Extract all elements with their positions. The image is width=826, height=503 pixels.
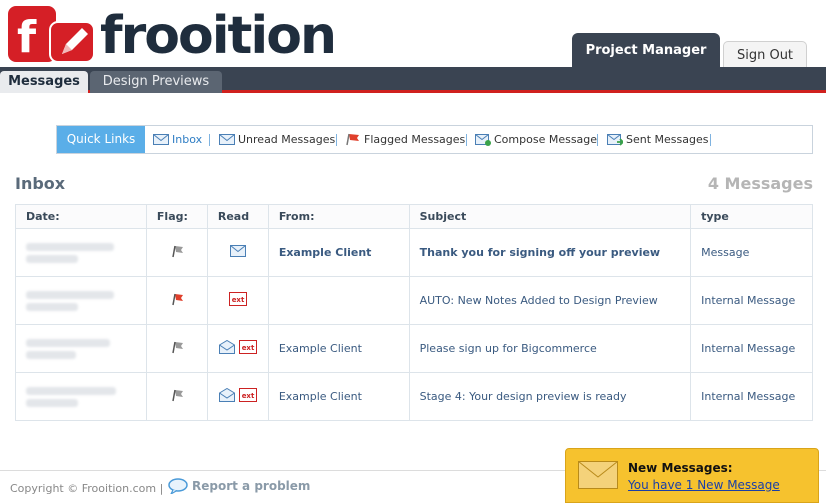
divider — [597, 134, 598, 146]
divider — [336, 134, 337, 146]
flag-cell[interactable] — [145, 372, 208, 421]
subject-cell[interactable]: Please sign up for Bigcommerce — [408, 324, 692, 373]
from-cell: Example Client — [267, 228, 410, 277]
flag-icon[interactable] — [170, 292, 184, 306]
frooition-logo-icon: f — [8, 6, 95, 63]
external-message-icon: ext — [238, 340, 257, 354]
report-problem-label: Report a problem — [192, 479, 311, 493]
from-cell: Example Client — [267, 324, 410, 373]
read-cell: ext — [206, 276, 269, 325]
redacted-date — [26, 242, 114, 251]
from-cell: Example Client — [267, 372, 410, 421]
open-envelope-icon — [219, 387, 236, 402]
envelope-icon — [153, 134, 169, 145]
table-header-row: Date: Flag: Read From: Subject type — [15, 204, 813, 229]
quick-link-flagged[interactable]: Flagged Messages — [345, 126, 465, 153]
redacted-time — [26, 350, 76, 359]
divider — [710, 134, 711, 146]
tab-messages[interactable]: Messages — [0, 71, 88, 93]
new-message-notification: New Messages: You have 1 New Message — [565, 448, 819, 503]
column-header-from[interactable]: From: — [267, 204, 410, 229]
header: f frooition Project Manager Sign Out — [0, 0, 826, 68]
quick-link-label: Unread Messages — [238, 133, 336, 146]
subject-cell[interactable]: Stage 4: Your design preview is ready — [408, 372, 692, 421]
external-message-icon: ext — [238, 388, 257, 402]
flag-cell[interactable] — [145, 276, 208, 325]
divider — [209, 134, 210, 146]
page-title: Inbox — [15, 174, 66, 193]
type-cell: Internal Message — [690, 372, 813, 421]
read-cell: ext — [206, 372, 269, 421]
quick-link-label: Inbox — [172, 133, 203, 146]
table-row[interactable]: ext Example Client Please sign up for Bi… — [15, 324, 813, 373]
date-cell — [15, 372, 147, 421]
flag-icon[interactable] — [170, 244, 184, 258]
redacted-date — [26, 290, 114, 299]
svg-text:ext: ext — [241, 344, 254, 352]
flag-icon — [346, 133, 359, 146]
quick-links-label: Quick Links — [57, 126, 145, 153]
tab-design-previews[interactable]: Design Previews — [90, 71, 222, 93]
flag-icon[interactable] — [170, 340, 184, 354]
subject-cell[interactable]: Thank you for signing off your preview — [408, 228, 692, 277]
date-cell — [15, 324, 147, 373]
type-cell: Internal Message — [690, 276, 813, 325]
subject-cell[interactable]: AUTO: New Notes Added to Design Preview — [408, 276, 692, 325]
new-message-link[interactable]: You have 1 New Message — [628, 478, 780, 492]
column-header-type[interactable]: type — [690, 204, 813, 229]
copyright: Copyright © Frooition.com | — [10, 482, 164, 495]
divider — [466, 134, 467, 146]
quick-link-compose[interactable]: Compose Message — [475, 126, 597, 153]
column-header-date[interactable]: Date: — [15, 204, 147, 229]
redacted-date — [26, 338, 110, 347]
redacted-time — [26, 398, 78, 407]
svg-text:f: f — [17, 12, 37, 63]
quick-link-sent[interactable]: Sent Messages — [607, 126, 708, 153]
svg-text:ext: ext — [232, 296, 245, 304]
quick-links-bar: Quick Links Inbox Unread Messages Flagge… — [56, 125, 813, 154]
read-cell — [206, 228, 269, 277]
date-cell — [15, 276, 147, 325]
flag-icon[interactable] — [170, 388, 184, 402]
sent-icon — [607, 134, 623, 146]
quick-link-inbox[interactable]: Inbox — [153, 126, 202, 153]
redacted-time — [26, 254, 78, 263]
report-problem-link[interactable]: Report a problem — [168, 478, 310, 494]
notification-title: New Messages: — [628, 461, 733, 475]
compose-icon — [475, 134, 491, 146]
message-count: 4 Messages — [707, 174, 813, 193]
speech-bubble-icon — [168, 478, 188, 494]
envelope-icon — [578, 461, 618, 489]
table-row[interactable]: ext AUTO: New Notes Added to Design Prev… — [15, 276, 813, 325]
brand-name: frooition — [100, 6, 337, 66]
svg-text:ext: ext — [241, 392, 254, 400]
main-nav: Messages Design Previews — [0, 67, 826, 93]
open-envelope-icon — [219, 339, 236, 354]
column-header-flag[interactable]: Flag: — [145, 204, 208, 229]
from-cell — [267, 276, 410, 325]
quick-link-label: Compose Message — [494, 133, 598, 146]
envelope-icon — [219, 134, 235, 145]
envelope-icon — [229, 245, 246, 257]
type-cell: Internal Message — [690, 324, 813, 373]
redacted-date — [26, 386, 116, 395]
read-cell: ext — [206, 324, 269, 373]
date-cell — [15, 228, 147, 277]
flag-cell[interactable] — [145, 228, 208, 277]
column-header-read[interactable]: Read — [206, 204, 269, 229]
table-row[interactable]: ext Example Client Stage 4: Your design … — [15, 372, 813, 421]
sign-out-button[interactable]: Sign Out — [723, 41, 807, 68]
type-cell: Message — [690, 228, 813, 277]
flag-cell[interactable] — [145, 324, 208, 373]
tab-project-manager[interactable]: Project Manager — [572, 33, 720, 68]
redacted-time — [26, 302, 78, 311]
quick-link-label: Sent Messages — [626, 133, 709, 146]
column-header-subject[interactable]: Subject — [408, 204, 692, 229]
table-row[interactable]: Example Client Thank you for signing off… — [15, 228, 813, 277]
messages-table: Date: Flag: Read From: Subject type Exam… — [15, 204, 813, 421]
quick-link-label: Flagged Messages — [364, 133, 466, 146]
quick-link-unread[interactable]: Unread Messages — [219, 126, 335, 153]
external-message-icon: ext — [228, 292, 247, 306]
